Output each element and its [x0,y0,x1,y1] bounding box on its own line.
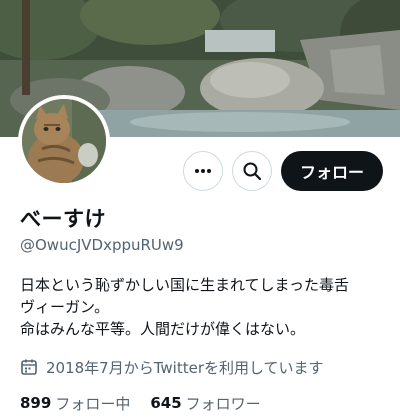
following-count: 899 [20,394,52,412]
follow-button[interactable]: フォロー [281,151,383,191]
followers-label: フォロワー [185,394,261,413]
more-button[interactable] [183,151,223,191]
search-icon [243,162,262,181]
profile-avatar[interactable] [18,95,110,187]
followers-link[interactable]: 645 フォロワー [150,393,260,414]
follow-stats: 899 フォロー中 645 フォロワー [20,393,281,413]
bio-line: ヴィーガン。 [20,298,110,316]
followers-count: 645 [150,394,182,412]
bio-line: 命はみんな平等。人間だけが偉くはない。 [20,320,306,338]
bio-line: 日本という恥ずかしい国に生まれてしまった毒舌 [20,276,349,294]
calendar-icon [21,359,37,375]
search-button[interactable] [232,151,272,191]
following-link[interactable]: 899 フォロー中 [20,393,130,414]
joined-date: 2018年7月からTwitterを利用しています [20,357,324,377]
more-dots-icon [195,169,211,173]
user-handle: @OwucJVDxppuRUw9 [20,236,184,254]
profile-bio: 日本という恥ずかしい国に生まれてしまった毒舌 ヴィーガン。 命はみんな平等。人間… [20,274,390,340]
display-name: べーすけ [20,207,106,231]
joined-text: 2018年7月からTwitterを利用しています [46,358,324,377]
following-label: フォロー中 [55,394,131,413]
